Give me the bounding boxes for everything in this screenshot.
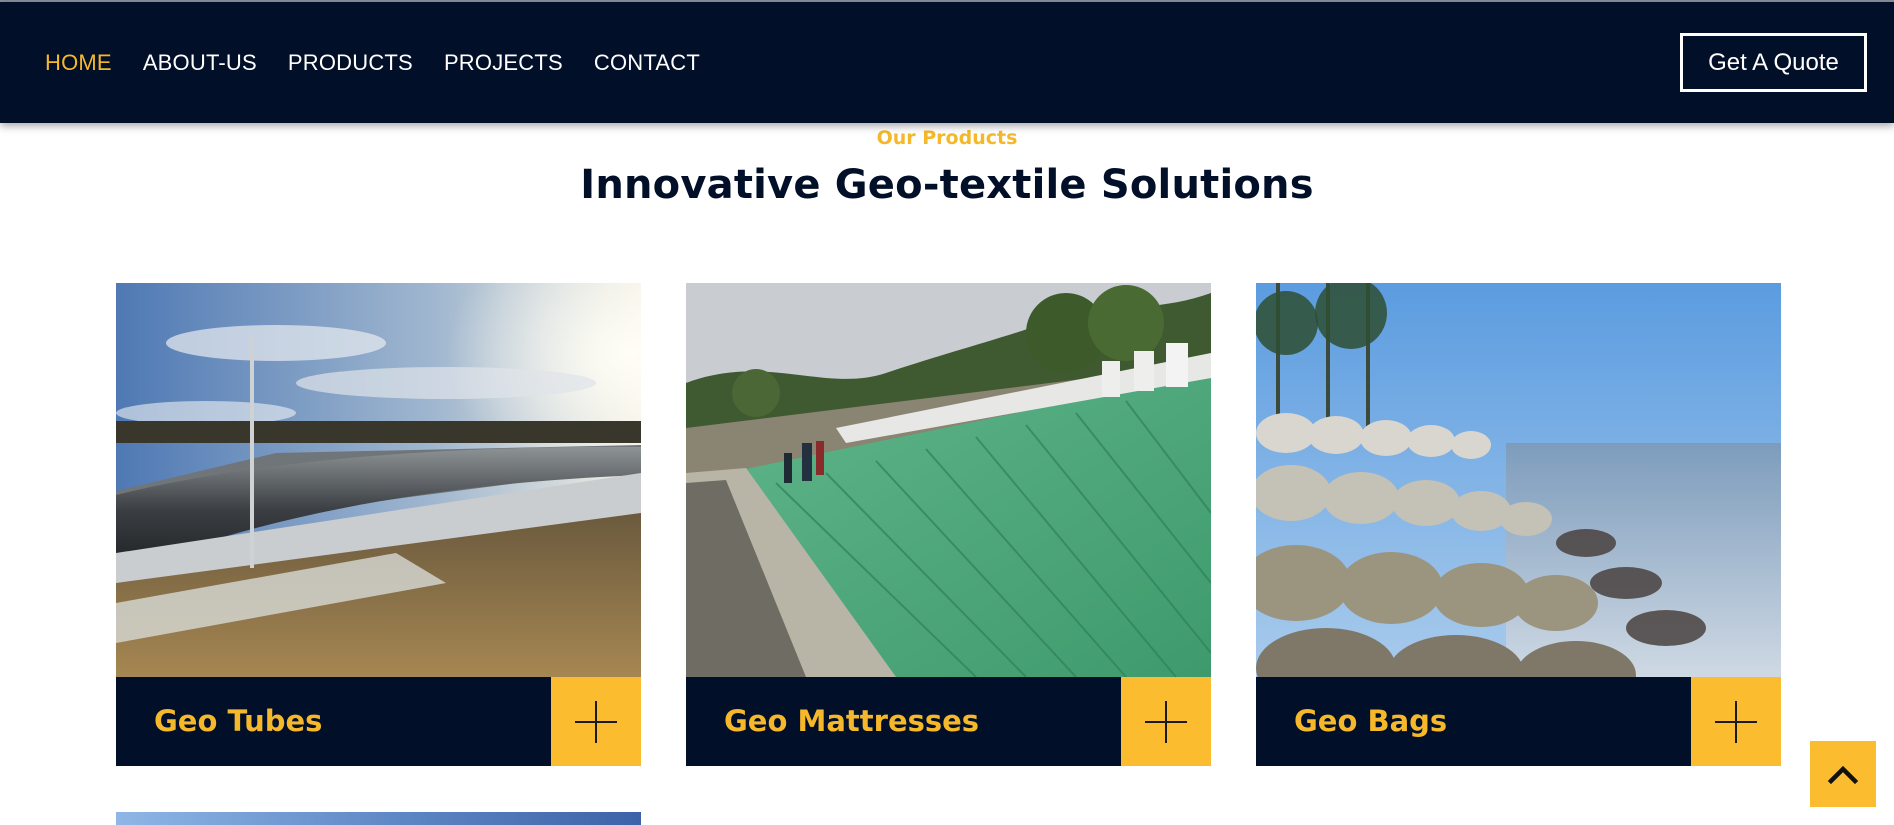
geo-bags-image bbox=[1256, 283, 1781, 677]
product-card-geo-mattresses[interactable]: Geo Mattresses bbox=[686, 283, 1211, 766]
plus-icon bbox=[575, 700, 617, 743]
product-card-geo-bags[interactable]: Geo Bags bbox=[1256, 283, 1781, 766]
expand-button[interactable] bbox=[1691, 677, 1781, 766]
plus-icon bbox=[1715, 700, 1757, 743]
nav-contact[interactable]: CONTACT bbox=[594, 48, 700, 78]
card-caption-bar: Geo Bags bbox=[1256, 677, 1781, 766]
card-title[interactable]: Geo Tubes bbox=[154, 677, 322, 766]
chevron-up-icon bbox=[1827, 765, 1859, 785]
expand-button[interactable] bbox=[1121, 677, 1211, 766]
nav-home[interactable]: HOME bbox=[45, 48, 112, 78]
nav-products[interactable]: PRODUCTS bbox=[288, 48, 413, 78]
expand-button[interactable] bbox=[551, 677, 641, 766]
nav-projects[interactable]: PROJECTS bbox=[444, 48, 563, 78]
product-card-partial bbox=[116, 812, 641, 825]
geo-mattresses-image bbox=[686, 283, 1211, 677]
card-caption-bar: Geo Mattresses bbox=[686, 677, 1211, 766]
product-card-geo-tubes[interactable]: Geo Tubes bbox=[116, 283, 641, 766]
geo-tubes-image bbox=[116, 283, 641, 677]
main-nav: HOME ABOUT-US PRODUCTS PROJECTS CONTACT bbox=[45, 48, 700, 78]
card-title[interactable]: Geo Bags bbox=[1294, 677, 1447, 766]
card-caption-bar: Geo Tubes bbox=[116, 677, 641, 766]
section-heading: Innovative Geo-textile Solutions bbox=[580, 162, 1314, 208]
plus-icon bbox=[1145, 700, 1187, 743]
section-eyebrow: Our Products bbox=[876, 127, 1018, 149]
card-title[interactable]: Geo Mattresses bbox=[724, 677, 979, 766]
get-a-quote-button[interactable]: Get A Quote bbox=[1680, 33, 1867, 92]
scroll-to-top-button[interactable] bbox=[1810, 741, 1876, 807]
nav-about-us[interactable]: ABOUT-US bbox=[143, 48, 257, 78]
site-header: HOME ABOUT-US PRODUCTS PROJECTS CONTACT … bbox=[0, 2, 1894, 123]
